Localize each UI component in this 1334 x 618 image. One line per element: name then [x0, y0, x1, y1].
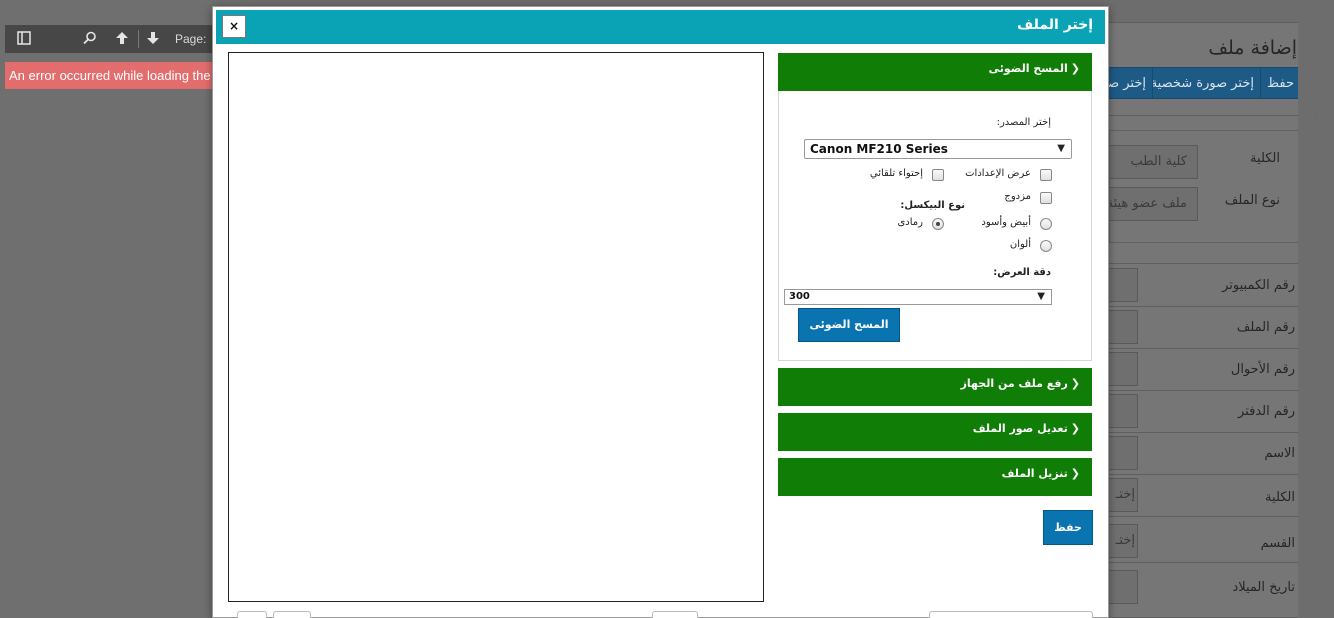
faculty-label: الكلية [1265, 490, 1295, 505]
dropdown-arrow-icon: ▼ [1057, 143, 1065, 154]
choose-photo-button[interactable]: إختر صورة شخصية [1143, 67, 1261, 99]
accordion-edit-images-label: تعديل صور الملف [972, 422, 1068, 435]
source-label: إختر المصدر: [996, 117, 1051, 128]
chevron-left-icon: ❮ [1070, 467, 1080, 480]
toolbar-separator [138, 30, 139, 48]
birth-date-input[interactable] [1109, 570, 1138, 604]
booklet-number-input[interactable] [1109, 394, 1138, 428]
row-line [1109, 474, 1301, 475]
chevron-left-icon: ❮ [1070, 377, 1080, 390]
bottom-control[interactable] [652, 611, 698, 618]
faculty-filter-label: الكلية [1250, 151, 1280, 166]
name-input[interactable] [1109, 436, 1138, 470]
file-type-label: نوع الملف [1224, 193, 1280, 208]
faculty-filter-select[interactable]: كلية الطب [1110, 145, 1198, 179]
bg-save-button[interactable]: حفظ [1260, 67, 1301, 99]
page-title: إضافة ملف [1208, 37, 1297, 59]
chevron-left-icon: ❮ [1070, 422, 1080, 435]
close-button[interactable]: × [222, 15, 246, 38]
choose-file-modal: × إختر الملف ❮المسح الضوئى إختر المصدر: … [212, 6, 1109, 618]
name-label: الاسم [1264, 446, 1295, 461]
scan-button[interactable]: المسح الضوئى [798, 308, 900, 342]
radio-gray[interactable] [932, 218, 944, 230]
row-line [1109, 306, 1301, 307]
accordion-scan-header[interactable]: ❮المسح الضوئى [778, 53, 1092, 91]
pdf-error-message: An error occurred while loading the [5, 62, 212, 89]
chevron-left-icon: ❮ [1070, 62, 1080, 75]
bottom-control[interactable] [273, 611, 311, 618]
search-icon[interactable] [83, 31, 97, 49]
computer-number-label: رقم الكمبيوتر [1222, 278, 1295, 293]
faculty-select[interactable]: إختـ [1109, 478, 1138, 512]
accordion-scan-label: المسح الضوئى [988, 62, 1068, 75]
bottom-control[interactable] [929, 611, 1093, 618]
row-line [1109, 562, 1301, 563]
page-edge [1298, 22, 1316, 618]
file-type-select[interactable]: ملف عضو هيئة [1110, 187, 1198, 221]
page-label: Page: [175, 32, 207, 46]
scan-preview-area [228, 52, 764, 602]
resolution-value: 300 [789, 291, 810, 302]
file-number-label: رقم الملف [1236, 320, 1295, 335]
department-select[interactable]: إختـ [1109, 524, 1138, 558]
accordion-edit-images-header[interactable]: ❮تعديل صور الملف [778, 413, 1092, 451]
scan-panel: إختر المصدر: Canon MF210 Series ▼ عرض ال… [778, 91, 1092, 361]
row-line [1109, 432, 1301, 433]
row-line [1109, 516, 1301, 517]
save-button[interactable]: حفظ [1043, 510, 1093, 545]
birth-date-label: تاريخ الميلاد [1232, 580, 1295, 595]
auto-contain-label: إحتواء تلقائي [869, 168, 923, 179]
duplex-label: مزدوج [1004, 191, 1031, 202]
modal-header: × إختر الملف [216, 10, 1105, 44]
show-settings-label: عرض الإعدادات [965, 168, 1031, 179]
duplex-checkbox[interactable] [1040, 192, 1052, 204]
modal-title: إختر الملف [1016, 17, 1093, 33]
bottom-control[interactable] [237, 611, 267, 618]
accordion-upload-header[interactable]: ❮رفع ملف من الجهاز [778, 368, 1092, 406]
pdf-viewer: Page: An error occurred while loading th… [0, 0, 212, 618]
divider [1109, 115, 1317, 116]
gray-label: رمادى [897, 217, 923, 228]
radio-black-white[interactable] [1040, 218, 1052, 230]
auto-contain-checkbox[interactable] [932, 169, 944, 181]
background-panel: إضافة ملف حفظ إختر صورة شخصية إختر صو ال… [1094, 22, 1317, 618]
department-label: القسم [1260, 536, 1295, 551]
row-line [1109, 348, 1301, 349]
resolution-select[interactable]: 300 ▼ [784, 289, 1052, 305]
pdf-toolbar: Page: [5, 25, 212, 53]
show-settings-checkbox[interactable] [1040, 169, 1052, 181]
source-select-value: Canon MF210 Series [810, 142, 948, 156]
row-line [1109, 390, 1301, 391]
file-number-input[interactable] [1109, 310, 1138, 344]
pixel-type-label: نوع البيكسل: [900, 200, 965, 211]
resolution-label: دقة العرض: [993, 267, 1051, 278]
civil-number-label: رقم الأحوال [1230, 362, 1295, 377]
computer-number-input[interactable] [1109, 268, 1138, 302]
filter-box: الكلية كلية الطب نوع الملف ملف عضو هيئة [1109, 130, 1301, 243]
accordion-download-header[interactable]: ❮تنزيل الملف [778, 458, 1092, 496]
radio-color[interactable] [1040, 240, 1052, 252]
arrow-up-icon[interactable] [115, 31, 129, 49]
background-page: إضافة ملف حفظ إختر صورة شخصية إختر صو ال… [1094, 22, 1317, 618]
sidebar-toggle-icon[interactable] [17, 31, 31, 49]
civil-number-input[interactable] [1109, 352, 1138, 386]
color-label: ألوان [1009, 239, 1031, 250]
arrow-down-icon[interactable] [146, 31, 160, 49]
black-white-label: أبيض وأسود [981, 217, 1031, 228]
dropdown-arrow-icon: ▼ [1037, 291, 1045, 302]
row-line [1109, 263, 1301, 264]
source-select[interactable]: Canon MF210 Series ▼ [804, 139, 1072, 159]
booklet-number-label: رقم الدفتر [1238, 404, 1295, 419]
accordion-upload-label: رفع ملف من الجهاز [960, 377, 1068, 390]
accordion-download-label: تنزيل الملف [1001, 467, 1068, 480]
